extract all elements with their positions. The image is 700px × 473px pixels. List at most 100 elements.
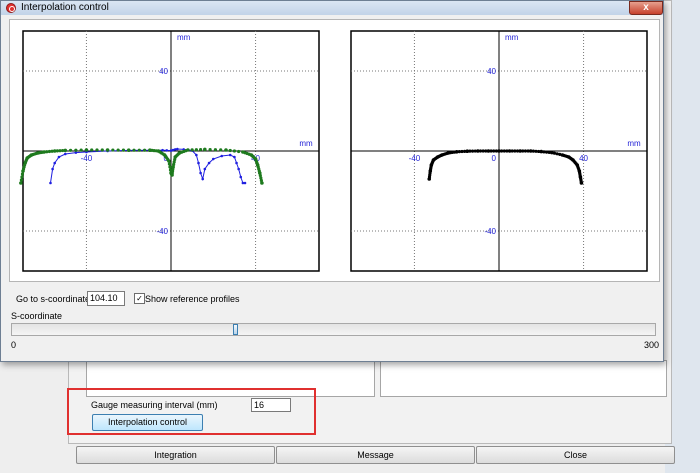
chart1-series2-point <box>20 172 25 176</box>
chart2-y-tick-label: -40 <box>484 227 496 236</box>
chart1-series1-point <box>239 175 243 179</box>
chart1-series2-point <box>22 163 27 167</box>
s-coordinate-slider-track[interactable] <box>11 323 656 336</box>
chart2-series1-point <box>453 150 457 154</box>
chart1-series1-point <box>233 155 236 159</box>
chart2-series1-point <box>515 149 520 153</box>
chart1-series2-point <box>224 148 228 152</box>
chart2-origin-label: 0 <box>492 154 497 163</box>
right-list-panel[interactable] <box>380 360 667 397</box>
highlight-box <box>67 388 316 435</box>
chart1-series1-point <box>197 161 200 165</box>
chart1-series2-point <box>74 148 78 152</box>
chart2-series1-point <box>494 149 498 153</box>
integration-button[interactable]: Integration <box>76 446 275 464</box>
chart1-series1-point <box>203 167 207 171</box>
chart1-series2-point <box>161 152 165 156</box>
chart2-series1-point <box>555 152 559 156</box>
chart2-series1-point <box>577 167 581 172</box>
chart1-series2-point <box>232 149 237 153</box>
chart1-series1-point <box>228 153 232 157</box>
chart1-series2-point <box>173 157 177 162</box>
chart2-series1-point <box>429 164 433 169</box>
chart2-series1-point <box>579 179 583 184</box>
chart1-series2-point <box>203 147 207 152</box>
chart1-series2-point <box>208 147 212 152</box>
checkmark-icon: ✓ <box>136 294 143 303</box>
message-button[interactable]: Message <box>276 446 475 464</box>
chart1-series2-point <box>171 167 175 171</box>
chart2-series1-point <box>526 149 530 153</box>
chart2-x-tick-label: -40 <box>409 154 421 163</box>
chart2-x-axis-label: mm <box>627 139 641 148</box>
chart1-x-axis-label: mm <box>299 139 313 148</box>
chart1-y-tick-label: 40 <box>159 67 168 76</box>
show-reference-checkbox[interactable]: ✓ <box>134 293 145 304</box>
chart1-series1-point <box>49 181 52 185</box>
dialog-close-button[interactable]: x <box>629 1 663 15</box>
chart1-series1-point <box>176 147 179 151</box>
chart1-series2-point <box>40 150 45 154</box>
chart1-series2-point <box>116 148 120 152</box>
chart1-series2-point <box>142 148 147 152</box>
s-coordinate-slider-thumb[interactable] <box>233 324 239 335</box>
goto-s-label: Go to s-coordinate <box>16 294 91 304</box>
chart1-y-tick-label: -40 <box>156 227 168 236</box>
chart2-series1-point <box>505 149 509 153</box>
chart2-series1-point <box>428 171 432 175</box>
chart1-x-tick-label: -40 <box>81 154 93 163</box>
chart1-series1-point <box>51 167 54 171</box>
chart1-series1-point <box>53 161 57 165</box>
chart1-series1-point <box>57 155 61 159</box>
profile-plots: -404040-400mmmm-404040-400mmmm <box>19 30 648 272</box>
chart1-series1-point <box>211 157 215 161</box>
chart1-series1-point <box>199 171 202 175</box>
chart2-series1-point <box>552 151 557 155</box>
chart1-series2-point <box>100 148 104 152</box>
chart1-series2-point <box>213 148 217 152</box>
chart1-series1-point <box>237 167 240 171</box>
chart1-series2-point <box>257 169 261 173</box>
close-button[interactable]: Close <box>476 446 675 464</box>
slider-min-label: 0 <box>11 340 17 350</box>
chart1-series2-point <box>50 149 54 153</box>
interpolation-control-dialog: Interpolation control x -40 40 40 -40 0 mm mm -… <box>0 0 664 362</box>
chart1-series2-point <box>79 148 83 152</box>
chart1-series2-point <box>166 157 170 162</box>
chart1-series1-point <box>63 152 67 156</box>
chart1-series1-point <box>220 154 224 158</box>
app-icon <box>6 3 16 13</box>
dialog-title: Interpolation control <box>21 2 109 13</box>
chart1-series2-point <box>20 175 24 179</box>
chart1-series1-point <box>235 161 238 165</box>
chart1-series2-point <box>68 148 73 152</box>
slider-max-label: 300 <box>644 340 660 350</box>
chart1-series2-point <box>19 181 23 185</box>
chart1-series2-point <box>34 151 38 156</box>
chart1-series2-point <box>255 161 259 166</box>
chart2-series1-point <box>574 162 578 166</box>
chart1-series2-point <box>228 148 232 153</box>
goto-s-input[interactable]: 104.10 <box>87 291 125 306</box>
chart1-series2-point <box>84 148 89 152</box>
chart1-series2-point <box>154 149 158 153</box>
chart1-series1-point <box>201 177 205 181</box>
chart1-series1-point <box>161 148 164 152</box>
chart1-series1-point <box>165 149 169 152</box>
chart1-series2-point <box>168 165 172 169</box>
chart2-series1-point <box>463 149 467 153</box>
title-bar[interactable]: Interpolation control x <box>1 1 663 15</box>
chart1-series2-point <box>126 148 131 152</box>
chart1-series1-point <box>243 181 247 185</box>
chart1-series2-point <box>176 152 180 156</box>
chart1-series2-point <box>190 148 194 152</box>
chart2-series1-point <box>537 149 541 154</box>
chart1-y-axis-label: mm <box>177 33 191 42</box>
chart2-series1-point <box>484 149 488 153</box>
chart1-series2-point <box>121 148 126 152</box>
chart2-series1-point <box>558 152 562 156</box>
chart1-series2-point <box>199 147 203 152</box>
chart1-series2-point <box>61 148 65 153</box>
chart1-series1-point <box>207 161 211 165</box>
chart1-series2-point <box>111 148 115 152</box>
